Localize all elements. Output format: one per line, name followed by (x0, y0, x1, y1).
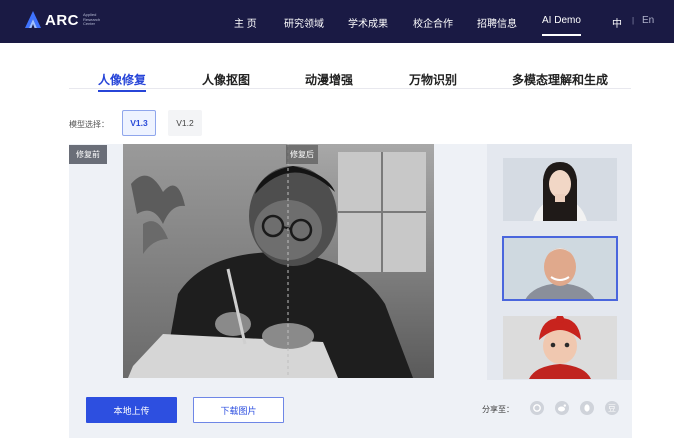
tab-portrait-matting[interactable]: 人像抠图 (202, 71, 250, 88)
historical-portrait-image (123, 144, 434, 378)
arc-logo-icon (25, 11, 41, 28)
child-red-hat-portrait-icon (503, 316, 617, 379)
logo-subtitle: Applied Research Center (83, 12, 101, 27)
lang-zh-link[interactable]: 中 (612, 15, 622, 30)
sample-thumb-2[interactable] (502, 236, 618, 301)
comparison-photo[interactable] (123, 144, 434, 378)
before-label: 修复前 (69, 145, 107, 164)
young-woman-portrait-icon (503, 158, 617, 221)
moments-icon[interactable] (530, 401, 544, 415)
nav-cooperation[interactable]: 校企合作 (413, 15, 453, 30)
logo[interactable]: ARC Applied Research Center (24, 10, 109, 30)
tab-anime-enhancement[interactable]: 动漫增强 (305, 71, 353, 88)
douban-icon[interactable]: 豆 (605, 401, 619, 415)
tabs-divider (69, 88, 631, 89)
share-label: 分享至： (482, 405, 514, 414)
version-v1-3-button[interactable]: V1.3 (122, 110, 156, 136)
weibo-icon[interactable] (555, 401, 569, 415)
top-navbar: ARC Applied Research Center 主 页 研究领域 学术成… (0, 0, 674, 43)
lang-en-link[interactable]: En (642, 15, 654, 26)
lang-separator: | (632, 16, 635, 25)
version-v1-2-button[interactable]: V1.2 (168, 110, 202, 136)
after-label: 修复后 (286, 145, 318, 164)
logo-text: ARC (45, 11, 79, 29)
nav-careers[interactable]: 招聘信息 (477, 15, 517, 30)
download-button[interactable]: 下载图片 (193, 397, 284, 423)
qq-icon[interactable] (580, 401, 594, 415)
nav-home[interactable]: 主 页 (234, 15, 257, 30)
nav-research-areas[interactable]: 研究领域 (284, 15, 324, 30)
tab-object-recognition[interactable]: 万物识别 (409, 71, 457, 88)
model-select-label: 模型选择： (69, 120, 109, 129)
sample-thumb-3[interactable] (503, 316, 617, 379)
tab-portrait-restoration[interactable]: 人像修复 (98, 71, 147, 92)
nav-ai-demo[interactable]: AI Demo (542, 15, 581, 36)
nav-publications[interactable]: 学术成果 (348, 15, 388, 30)
older-man-portrait-icon (503, 237, 617, 300)
upload-button[interactable]: 本地上传 (86, 397, 177, 423)
tab-multimodal[interactable]: 多模态理解和生成 (512, 71, 608, 88)
sample-thumb-1[interactable] (503, 158, 617, 221)
